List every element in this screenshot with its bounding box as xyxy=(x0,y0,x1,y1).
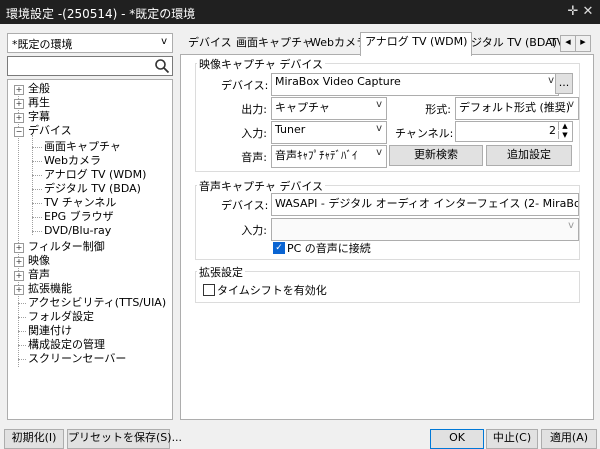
spin-down-icon[interactable]: ▼ xyxy=(558,131,571,139)
pc-audio-checkbox[interactable]: ✓ xyxy=(273,242,285,254)
video-device-browse-button[interactable]: ... xyxy=(555,73,573,94)
input-label: 入力: xyxy=(241,127,267,140)
chevron-down-icon: v xyxy=(376,99,382,110)
tree-item-audio[interactable]: + 音声 xyxy=(8,268,168,282)
audio-device-label: デバイス: xyxy=(221,199,269,212)
audio-device-select[interactable]: WASAPI - デジタル オーディオ インターフェイス (2- MiraBox… xyxy=(271,193,579,216)
tree-item-video[interactable]: + 映像 xyxy=(8,254,168,268)
tab-devices[interactable]: デバイス xyxy=(184,34,236,54)
chevron-down-icon: v xyxy=(548,75,554,86)
expand-icon[interactable]: + xyxy=(14,285,24,295)
tree-item-webcam[interactable]: Webカメラ xyxy=(44,154,101,168)
format-label: 形式: xyxy=(425,103,451,116)
video-device-label: デバイス: xyxy=(221,79,269,92)
tree-item-screensaver[interactable]: スクリーンセーバー xyxy=(28,352,126,366)
expand-icon[interactable]: + xyxy=(14,113,24,123)
chevron-down-icon: v xyxy=(568,99,574,110)
output-select[interactable]: キャプチャ v xyxy=(271,97,387,120)
search-icon[interactable] xyxy=(154,58,170,74)
expand-icon[interactable]: + xyxy=(14,257,24,267)
video-device-select[interactable]: MiraBox Video Capture v xyxy=(271,73,559,96)
chevron-down-icon: v xyxy=(568,220,574,231)
tree-item-devices[interactable]: − デバイス xyxy=(8,124,168,138)
tree-item-playback[interactable]: + 再生 xyxy=(8,96,168,110)
cancel-button[interactable]: 中止(C) xyxy=(486,429,538,449)
output-label: 出力: xyxy=(241,103,267,116)
tab-panel: 映像キャプチャ デバイス デバイス: MiraBox Video Capture… xyxy=(180,54,594,420)
refresh-devices-button[interactable]: 更新検索 xyxy=(389,145,483,166)
expand-icon[interactable]: + xyxy=(14,271,24,281)
profile-select[interactable]: *既定の環境 v xyxy=(7,33,173,53)
window-title: 環境設定 -(250514) - *既定の環境 xyxy=(6,7,196,21)
channel-spinner[interactable]: 2 ▲ ▼ xyxy=(455,121,573,142)
settings-search-input[interactable] xyxy=(7,56,173,76)
expand-icon[interactable]: + xyxy=(14,99,24,109)
tree-item-screen-capture[interactable]: 画面キャプチャ xyxy=(44,140,121,154)
chevron-down-icon: v xyxy=(161,36,167,47)
collapse-icon[interactable]: − xyxy=(14,127,24,137)
title-bar: 環境設定 -(250514) - *既定の環境 ✛ ✕ xyxy=(0,0,600,24)
tree-item-general[interactable]: + 全般 xyxy=(8,82,168,96)
chevron-down-icon: v xyxy=(376,123,382,134)
tree-item-analog-tv-selected[interactable]: アナログ TV (WDM) xyxy=(44,168,147,182)
save-preset-button[interactable]: プリセットを保存(S)... xyxy=(67,429,182,449)
tree-item-accessibility[interactable]: アクセシビリティ(TTS/UIA) xyxy=(28,296,166,310)
tree-item-filter-control[interactable]: + フィルター制御 xyxy=(8,240,168,254)
settings-tree[interactable]: + 全般 + 再生 + 字幕 − デバイス 画面キャプチャ Webカメラ アナロ… xyxy=(7,79,173,420)
audio-capture-group-title: 音声キャプチャ デバイス xyxy=(197,178,326,194)
tab-analog-tv[interactable]: アナログ TV (WDM) xyxy=(360,32,473,56)
tab-scroll-left-icon[interactable]: ◀ xyxy=(560,35,576,52)
tab-screen-capture[interactable]: 画面キャプチャ xyxy=(232,34,317,54)
input-select[interactable]: Tuner v xyxy=(271,121,387,144)
ok-button[interactable]: OK xyxy=(430,429,484,449)
extended-settings-group-title: 拡張設定 xyxy=(197,264,245,280)
channel-value: 2 xyxy=(549,124,556,137)
audio-select[interactable]: 音声ｷｬﾌﾟﾁｬﾃﾞﾊﾞｲ v xyxy=(271,145,387,168)
tree-item-epg-browser[interactable]: EPG ブラウザ xyxy=(44,210,114,224)
close-icon[interactable]: ✕ xyxy=(579,3,597,21)
spin-up-icon[interactable]: ▲ xyxy=(558,122,571,130)
timeshift-label: タイムシフトを有効化 xyxy=(217,284,327,297)
format-select[interactable]: デフォルト形式 (推奨) v xyxy=(455,97,579,120)
expand-icon[interactable]: + xyxy=(14,243,24,253)
tree-item-associations[interactable]: 関連付け xyxy=(28,324,72,338)
video-capture-group-title: 映像キャプチャ デバイス xyxy=(197,56,326,72)
tree-item-dvd-bluray[interactable]: DVD/Blu-ray xyxy=(44,224,111,238)
audio-label: 音声: xyxy=(241,151,267,164)
tree-item-config-management[interactable]: 構成設定の管理 xyxy=(28,338,105,352)
tab-strip: デバイス 画面キャプチャ Webカメラ アナログ TV (WDM) デジタル T… xyxy=(180,32,594,56)
channel-label: チャンネル: xyxy=(395,127,454,140)
audio-input-label: 入力: xyxy=(241,224,267,237)
tree-item-tv-channel[interactable]: TV チャンネル xyxy=(44,196,116,210)
tree-item-extensions[interactable]: + 拡張機能 xyxy=(8,282,168,296)
profile-select-value: *既定の環境 xyxy=(12,38,73,51)
timeshift-checkbox[interactable] xyxy=(203,284,215,296)
chevron-down-icon: v xyxy=(376,147,382,158)
audio-input-select[interactable]: v xyxy=(271,218,579,241)
tab-scroll-right-icon[interactable]: ▶ xyxy=(575,35,591,52)
tree-item-subtitles[interactable]: + 字幕 xyxy=(8,110,168,124)
advanced-settings-button[interactable]: 追加設定 xyxy=(486,145,572,166)
expand-icon[interactable]: + xyxy=(14,85,24,95)
tree-item-digital-tv[interactable]: デジタル TV (BDA) xyxy=(44,182,141,196)
initialize-button[interactable]: 初期化(I) xyxy=(4,429,64,449)
pc-audio-label: PC の音声に接続 xyxy=(287,242,371,255)
tree-item-folders[interactable]: フォルダ設定 xyxy=(28,310,94,324)
apply-button[interactable]: 適用(A) xyxy=(541,429,597,449)
